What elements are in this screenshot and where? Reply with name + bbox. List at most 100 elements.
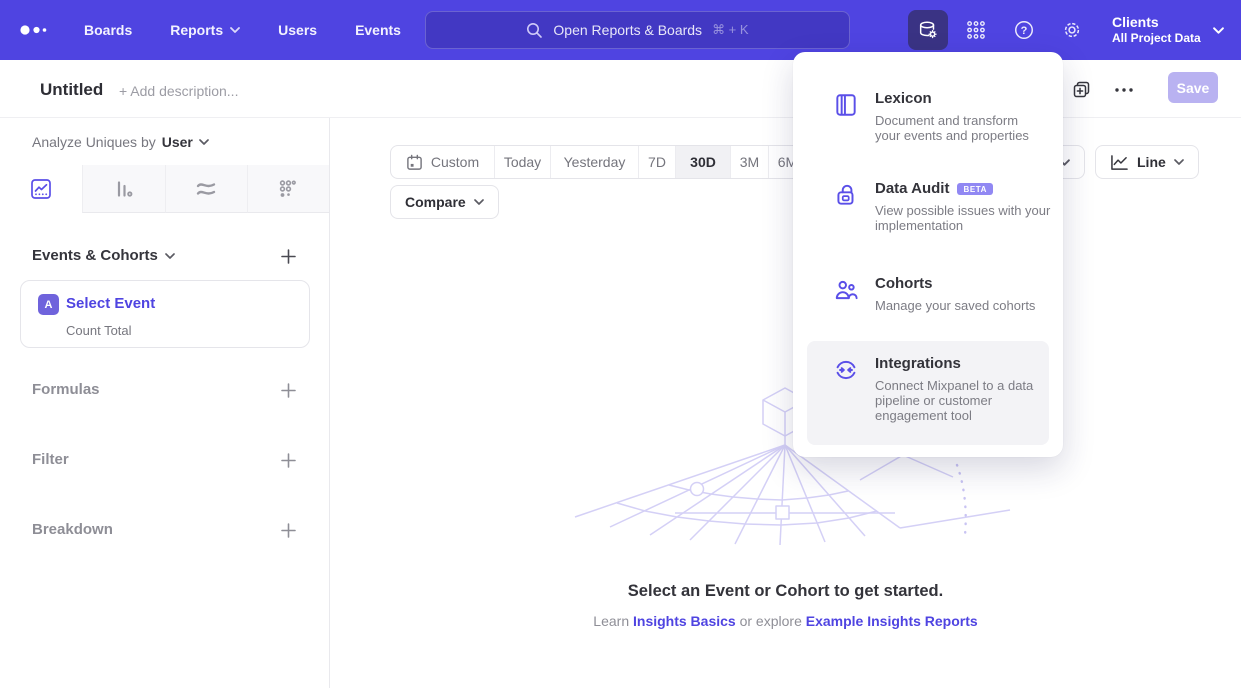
range-label: Today <box>504 154 541 170</box>
plus-icon <box>281 523 296 538</box>
primary-nav: Boards Reports Users Events <box>84 0 401 60</box>
mixpanel-logo-icon[interactable] <box>18 22 52 38</box>
more-options-button[interactable] <box>1110 76 1138 104</box>
apps-grid-button[interactable] <box>956 10 996 50</box>
tab-stacked-chart[interactable] <box>165 165 247 213</box>
compare-button[interactable]: Compare <box>390 185 499 219</box>
empty-state-links: Learn Insights Basics or explore Example… <box>330 613 1241 629</box>
add-breakdown-button[interactable] <box>277 519 299 541</box>
chart-type-label: Line <box>1137 154 1166 170</box>
range-7d[interactable]: 7D <box>638 146 675 178</box>
menu-item-data-audit[interactable]: Data Audit BETA View possible issues wit… <box>833 180 1045 233</box>
tab-metric[interactable] <box>247 165 329 213</box>
nav-item-boards[interactable]: Boards <box>84 22 132 38</box>
event-letter-badge: A <box>38 294 59 315</box>
range-label: Yesterday <box>564 154 626 170</box>
empty-state-title: Select an Event or Cohort to get started… <box>330 582 1241 601</box>
chevron-down-icon <box>1213 27 1224 34</box>
calendar-icon <box>406 154 423 171</box>
menu-item-description: Connect Mixpanel to a data pipeline or c… <box>875 378 1050 423</box>
nav-item-users[interactable]: Users <box>278 22 317 38</box>
top-navbar: Boards Reports Users Events Open Reports… <box>0 0 1241 60</box>
plus-icon <box>281 249 296 264</box>
project-name: All Project Data <box>1112 31 1201 46</box>
gear-icon <box>1061 19 1083 41</box>
event-row-card[interactable]: A Select Event Count Total <box>20 280 310 348</box>
range-30d[interactable]: 30D <box>675 146 730 178</box>
plus-icon <box>281 383 296 398</box>
select-event-button[interactable]: Select Event <box>66 295 155 312</box>
org-name: Clients <box>1112 14 1201 31</box>
lexicon-book-icon <box>833 90 859 143</box>
events-cohorts-header[interactable]: Events & Cohorts <box>32 247 175 264</box>
learn-prefix: Learn <box>593 613 629 629</box>
range-3m[interactable]: 3M <box>730 146 768 178</box>
project-selector[interactable]: Clients All Project Data <box>1112 10 1224 50</box>
integrations-row: Integrations Connect Mixpanel to a data … <box>833 355 1037 423</box>
menu-item-description: Manage your saved cohorts <box>875 298 1060 313</box>
analyze-label: Analyze Uniques by <box>32 134 156 150</box>
beta-badge: BETA <box>957 183 993 195</box>
menu-item-description: Document and transform your events and p… <box>875 113 1035 143</box>
help-button[interactable]: ? <box>1004 10 1044 50</box>
data-management-dropdown: Lexicon Document and transform your even… <box>793 52 1063 457</box>
add-filter-button[interactable] <box>277 449 299 471</box>
global-search[interactable]: Open Reports & Boards ⌘ + K <box>425 11 850 49</box>
cohorts-people-icon <box>833 275 859 313</box>
menu-item-integrations[interactable]: Integrations Connect Mixpanel to a data … <box>807 341 1049 445</box>
question-circle-icon: ? <box>1013 19 1035 41</box>
compare-label: Compare <box>405 194 466 210</box>
menu-item-lexicon[interactable]: Lexicon Document and transform your even… <box>833 90 1045 143</box>
menu-item-title: Cohorts <box>875 275 933 292</box>
menu-item-title: Integrations <box>875 355 961 372</box>
nav-item-label: Events <box>355 22 401 38</box>
integrations-sync-icon <box>833 355 859 423</box>
search-shortcut: ⌘ + K <box>712 22 749 38</box>
save-button[interactable]: Save <box>1168 72 1218 103</box>
tab-bar-chart[interactable] <box>82 165 164 213</box>
range-custom[interactable]: Custom <box>391 146 494 178</box>
report-description-placeholder[interactable]: + Add description... <box>119 83 238 99</box>
explore-text: or explore <box>740 613 802 629</box>
line-chart-icon <box>1110 154 1129 171</box>
example-insights-reports-link[interactable]: Example Insights Reports <box>806 613 978 629</box>
tab-line-chart[interactable] <box>0 165 82 213</box>
chart-type-tabs <box>0 165 329 213</box>
add-event-button[interactable] <box>277 245 299 267</box>
chevron-down-icon <box>165 253 175 259</box>
menu-item-cohorts[interactable]: Cohorts Manage your saved cohorts <box>833 275 1045 313</box>
plus-icon <box>281 453 296 468</box>
report-title[interactable]: Untitled <box>40 80 103 100</box>
analyze-value-dropdown[interactable]: User <box>162 134 209 150</box>
svg-text:?: ? <box>1021 25 1028 37</box>
menu-item-title: Lexicon <box>875 90 932 107</box>
formulas-label: Formulas <box>32 381 100 398</box>
nav-item-reports[interactable]: Reports <box>170 22 240 38</box>
range-label: 3M <box>740 154 759 170</box>
insights-basics-link[interactable]: Insights Basics <box>633 613 736 629</box>
copy-plus-icon <box>1072 80 1092 100</box>
settings-button[interactable] <box>1052 10 1092 50</box>
metric-tab-icon <box>277 178 299 200</box>
duplicate-report-button[interactable] <box>1068 76 1096 104</box>
chevron-down-icon <box>474 199 484 205</box>
data-management-button[interactable] <box>908 10 948 50</box>
chart-type-button[interactable]: Line <box>1095 145 1199 179</box>
range-yesterday[interactable]: Yesterday <box>550 146 638 178</box>
stacked-chart-tab-icon <box>195 178 217 200</box>
chevron-down-icon <box>1174 159 1184 165</box>
nav-item-events[interactable]: Events <box>355 22 401 38</box>
range-today[interactable]: Today <box>494 146 550 178</box>
chevron-down-icon <box>199 139 209 145</box>
range-label: Custom <box>431 154 479 170</box>
add-formula-button[interactable] <box>277 379 299 401</box>
analyze-value: User <box>162 134 193 150</box>
analyze-uniques-row: Analyze Uniques by User <box>32 134 209 150</box>
database-gear-icon <box>917 19 939 41</box>
menu-item-description: View possible issues with your implement… <box>875 203 1060 233</box>
nav-icon-cluster: ? <box>908 10 1092 50</box>
range-label: 30D <box>690 154 716 170</box>
count-type-selector[interactable]: Count Total <box>66 323 132 338</box>
line-chart-tab-icon <box>30 178 52 200</box>
range-label: 7D <box>648 154 666 170</box>
